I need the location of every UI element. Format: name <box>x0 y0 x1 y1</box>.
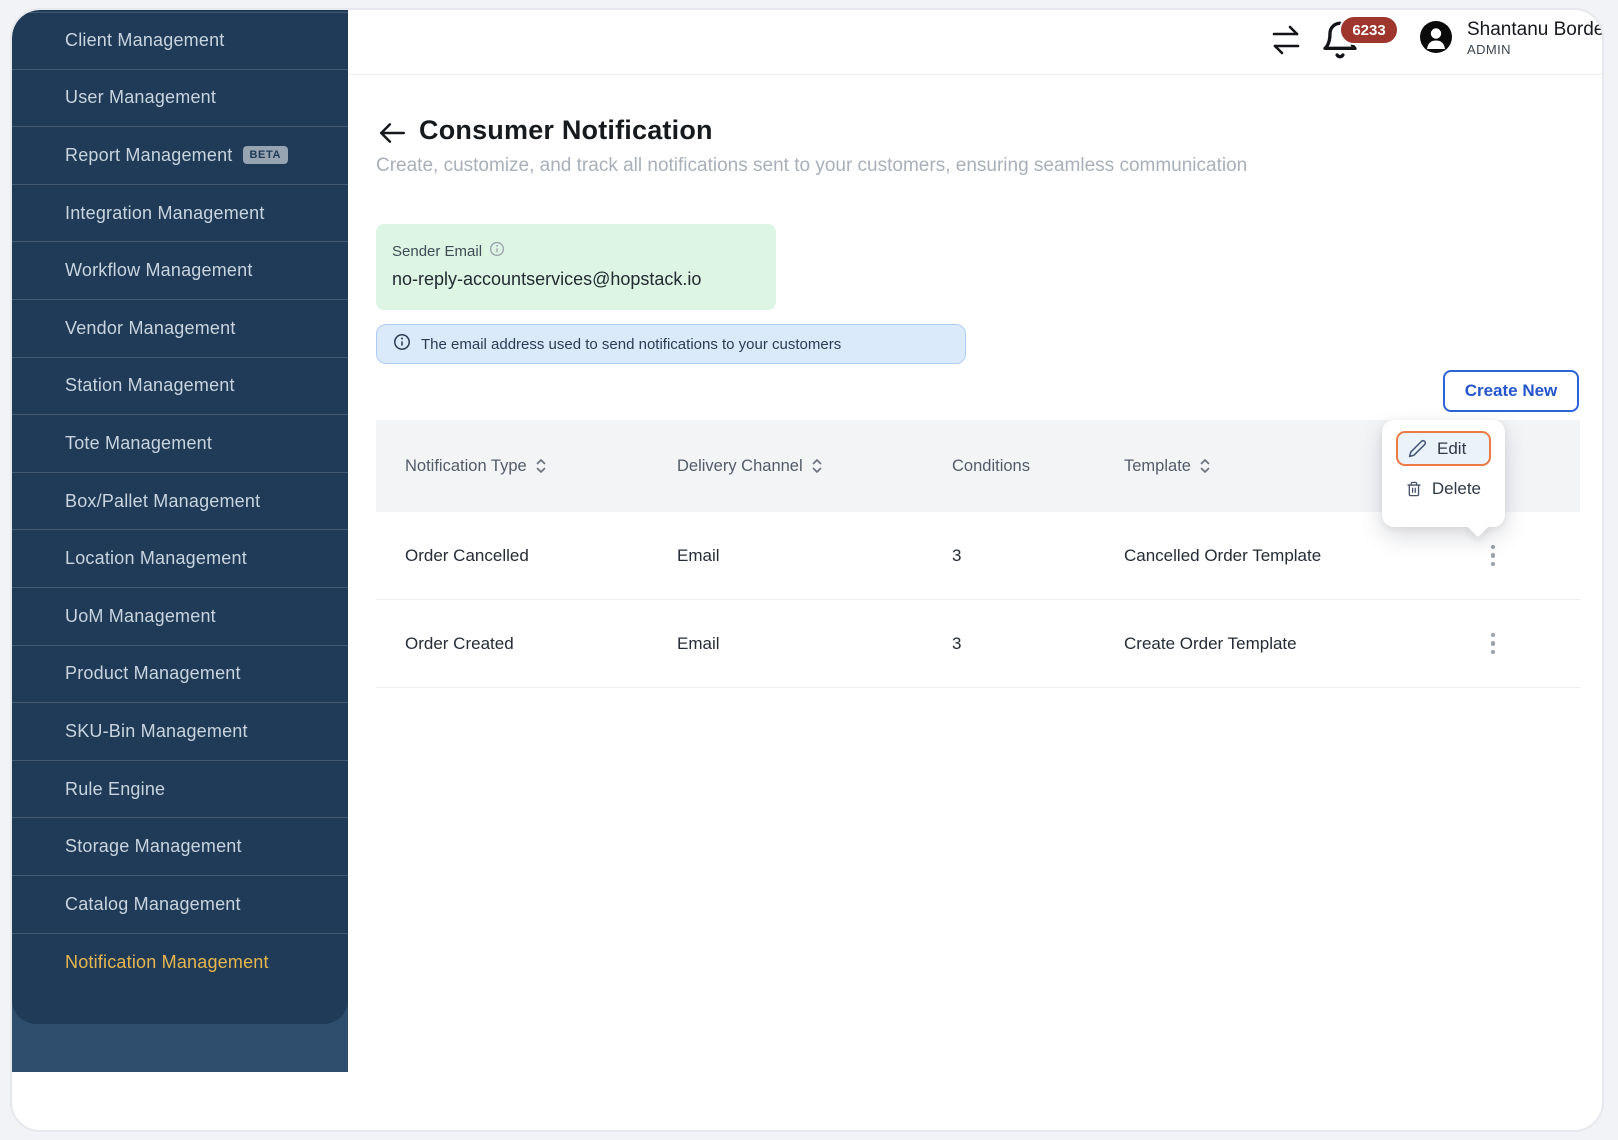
cell-delivery-channel: Email <box>677 633 720 653</box>
swap-arrows-icon[interactable] <box>1268 22 1304 58</box>
edit-label: Edit <box>1437 438 1467 458</box>
cell-delivery-channel: Email <box>677 545 720 565</box>
sidebar-item-label: Storage Management <box>65 836 242 857</box>
cell-notification-type: Order Cancelled <box>405 545 529 565</box>
sidebar-item-client-management[interactable]: Client Management <box>12 12 348 70</box>
column-header-delivery-channel[interactable]: Delivery Channel <box>677 457 952 476</box>
trash-icon <box>1407 481 1421 497</box>
sidebar-item-sku-bin-management[interactable]: SKU-Bin Management <box>12 703 348 761</box>
cell-notification-type: Order Created <box>405 633 514 653</box>
sidebar-item-uom-management[interactable]: UoM Management <box>12 588 348 646</box>
user-info[interactable]: Shantanu Borde ADMIN <box>1467 18 1604 58</box>
info-banner-text: The email address used to send notificat… <box>421 335 842 353</box>
sidebar-item-box-pallet-management[interactable]: Box/Pallet Management <box>12 473 348 531</box>
beta-badge: BETA <box>242 146 289 165</box>
info-icon <box>489 241 505 262</box>
sidebar-item-workflow-management[interactable]: Workflow Management <box>12 242 348 300</box>
sidebar-item-label: Tote Management <box>65 432 213 453</box>
sort-icon <box>536 459 546 473</box>
cell-conditions: 3 <box>952 545 962 565</box>
delete-label: Delete <box>1431 479 1481 498</box>
column-label: Delivery Channel <box>677 456 803 475</box>
cell-template: Cancelled Order Template <box>1124 545 1322 565</box>
sender-email-label: Sender Email <box>392 243 483 260</box>
back-button[interactable] <box>377 118 407 148</box>
sort-icon <box>812 459 822 473</box>
sidebar: Client Management User Management Report… <box>12 10 348 1024</box>
sidebar-item-label: Catalog Management <box>65 893 241 914</box>
sidebar-item-label: UoM Management <box>65 605 216 626</box>
context-menu-delete[interactable]: Delete <box>1396 471 1491 507</box>
column-label: Template <box>1124 456 1191 475</box>
cell-template: Create Order Template <box>1124 633 1297 653</box>
sidebar-item-label: Integration Management <box>65 202 265 223</box>
sender-email-card: Sender Email no-reply-accountservices@ho… <box>376 224 776 310</box>
sidebar-item-label: SKU-Bin Management <box>65 720 248 741</box>
pencil-icon <box>1408 440 1426 458</box>
sidebar-item-catalog-management[interactable]: Catalog Management <box>12 876 348 934</box>
column-header-conditions: Conditions <box>952 457 1124 476</box>
sidebar-item-vendor-management[interactable]: Vendor Management <box>12 300 348 358</box>
row-actions-kebab-icon[interactable] <box>1481 532 1505 580</box>
row-actions-kebab-icon[interactable] <box>1481 620 1505 668</box>
sidebar-item-label: Workflow Management <box>65 260 253 281</box>
sidebar-item-label: Client Management <box>65 30 225 51</box>
user-avatar[interactable] <box>1420 21 1452 53</box>
sidebar-item-user-management[interactable]: User Management <box>12 70 348 128</box>
info-banner: The email address used to send notificat… <box>376 324 966 364</box>
sidebar-item-label: Report Management <box>65 144 233 165</box>
page-title: Consumer Notification <box>419 115 713 145</box>
sidebar-item-notification-management[interactable]: Notification Management <box>12 934 348 992</box>
sidebar-item-label: Rule Engine <box>65 778 166 799</box>
sidebar-item-label: Station Management <box>65 375 235 396</box>
sidebar-item-label: Location Management <box>65 548 247 569</box>
column-label: Conditions <box>952 456 1030 475</box>
sidebar-item-label: Product Management <box>65 663 241 684</box>
sidebar-item-label: User Management <box>65 87 217 108</box>
sidebar-item-label: Notification Management <box>65 951 269 972</box>
sidebar-item-storage-management[interactable]: Storage Management <box>12 818 348 876</box>
row-actions-context-menu: Edit Delete <box>1382 420 1505 538</box>
info-icon <box>393 333 411 356</box>
sender-email-value: no-reply-accountservices@hopstack.io <box>392 269 702 289</box>
table-row: Order Created Email 3 Create Order Templ… <box>376 600 1580 688</box>
sidebar-item-location-management[interactable]: Location Management <box>12 530 348 588</box>
sidebar-item-label: Vendor Management <box>65 317 236 338</box>
sidebar-item-tote-management[interactable]: Tote Management <box>12 415 348 473</box>
cell-conditions: 3 <box>952 633 962 653</box>
sidebar-item-product-management[interactable]: Product Management <box>12 646 348 704</box>
sidebar-item-label: Box/Pallet Management <box>65 490 261 511</box>
context-menu-edit[interactable]: Edit <box>1396 431 1491 466</box>
column-header-notification-type[interactable]: Notification Type <box>376 457 677 476</box>
sidebar-item-rule-engine[interactable]: Rule Engine <box>12 761 348 819</box>
create-new-button[interactable]: Create New <box>1443 370 1579 412</box>
sort-icon <box>1200 459 1210 473</box>
page-subtitle: Create, customize, and track all notific… <box>376 155 1248 176</box>
sidebar-item-report-management[interactable]: Report Management BETA <box>12 127 348 185</box>
sidebar-item-integration-management[interactable]: Integration Management <box>12 185 348 243</box>
column-label: Notification Type <box>405 456 527 475</box>
sidebar-item-station-management[interactable]: Station Management <box>12 358 348 416</box>
user-name: Shantanu Borde <box>1467 19 1604 40</box>
topbar: 6233 Shantanu Borde ADMIN <box>348 10 1604 75</box>
notification-count-badge: 6233 <box>1339 15 1399 45</box>
sidebar-nav: Client Management User Management Report… <box>12 12 348 991</box>
user-role: ADMIN <box>1467 42 1511 57</box>
app-window: Client Management User Management Report… <box>10 8 1604 1132</box>
